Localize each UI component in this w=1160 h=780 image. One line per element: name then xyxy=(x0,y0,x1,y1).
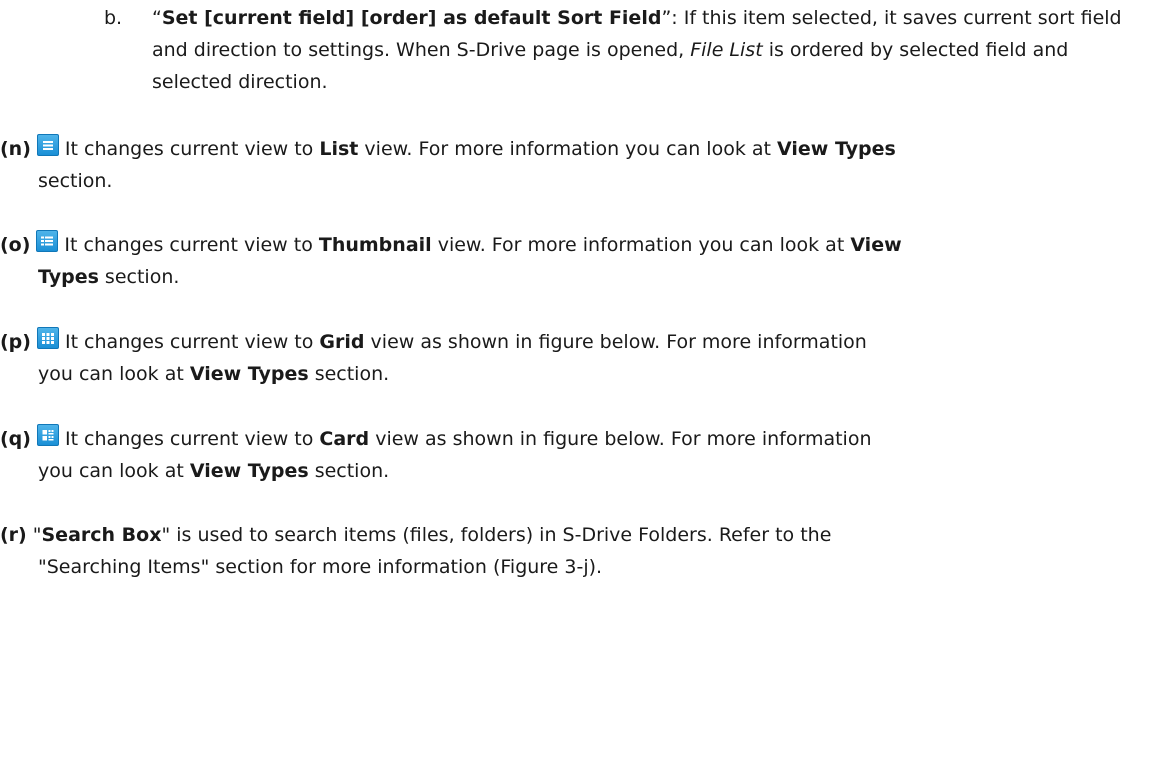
list-marker: b. xyxy=(104,7,123,29)
document-page: b. “Set [current field] [order] as defau… xyxy=(0,0,1160,780)
item-marker: (r) xyxy=(0,524,27,546)
paragraph-text: “Set [current field] [order] as default … xyxy=(152,7,1122,93)
grid-view-icon xyxy=(36,327,59,349)
file-list-term: File List xyxy=(690,39,763,61)
item-marker: (q) xyxy=(0,428,31,450)
item-marker: (p) xyxy=(0,331,31,353)
item-o: (o) It changes current view to Thumbnail … xyxy=(0,229,1150,293)
item-p: (p) It changes current view to Grid view … xyxy=(0,326,1150,390)
item-r: (r) "Search Box" is used to search items … xyxy=(0,519,1150,583)
search-box-term: Search Box xyxy=(41,524,162,546)
list-view-icon xyxy=(36,134,59,156)
option-title: Set [current field] [order] as default S… xyxy=(161,7,662,29)
item-marker: (o) xyxy=(0,234,31,256)
thumbnail-view-icon xyxy=(36,230,59,252)
card-view-icon xyxy=(36,424,59,446)
item-marker: (n) xyxy=(0,138,31,160)
sort-field-description: b. “Set [current field] [order] as defau… xyxy=(104,2,1144,98)
item-q: (q) It changes current view to Card view … xyxy=(0,423,1150,487)
item-n: (n) It changes current view to List view.… xyxy=(0,133,1150,197)
